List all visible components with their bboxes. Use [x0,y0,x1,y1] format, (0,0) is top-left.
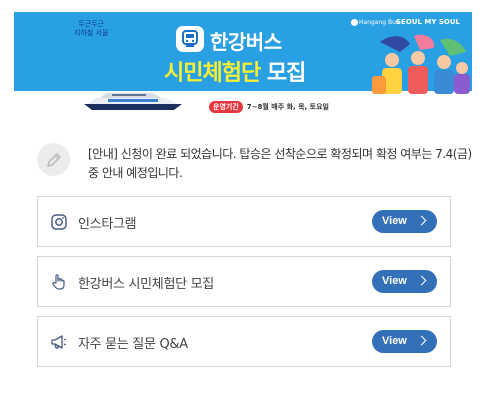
chevron-right-icon [416,215,427,226]
headline-highlight: 시민체험단 [164,61,261,86]
view-button[interactable]: View [372,210,437,233]
hangang-bus-logo-icon [176,26,204,52]
view-button[interactable]: View [372,330,437,353]
logo-line-2: 지하철 서울 [74,29,109,37]
pencil-icon [37,143,70,176]
chevron-right-icon [416,275,427,286]
view-button-label: View [382,275,407,287]
period-tag: 운영기간 [209,101,243,113]
headline-suffix: 모집 [260,61,306,86]
seoul-slogan-logo: 두근두근 지하철 서울 [74,20,108,38]
link-label: 인스타그램 [78,217,137,232]
instagram-icon [51,214,67,230]
view-button-label: View [382,215,407,227]
pointer-hand-icon [52,274,65,290]
link-card-recruitment[interactable]: 한강버스 시민체험단 모집 View [37,256,451,307]
link-card-faq[interactable]: 자주 묻는 질문 Q&A View [37,316,451,367]
ferry-illustration [84,93,182,110]
completion-notice: [안내] 신청이 완료 되었습니다. 탑승은 선착순으로 확정되며 확정 여부는… [37,143,472,187]
operation-period: 운영기간 7~8월 매주 화, 목, 토요일 [209,101,329,113]
promo-banner[interactable]: 두근두근 지하철 서울 한강버스 시민체험단 모집 Hangang Bus SE… [14,12,472,115]
period-text: 7~8월 매주 화, 목, 토요일 [246,103,329,111]
people-illustration [372,34,470,94]
banner-headline: 시민체험단 모집 [164,55,306,87]
partner-seoul: SEOUL MY SOUL [396,18,460,26]
notice-text: [안내] 신청이 완료 되었습니다. 탑승은 선착순으로 확정되며 확정 여부는… [88,147,472,180]
link-card-instagram[interactable]: 인스타그램 View [37,196,451,247]
megaphone-icon [51,335,67,349]
view-button[interactable]: View [372,270,437,293]
link-label: 자주 묻는 질문 Q&A [78,337,188,352]
partner-hangang-bus: Hangang Bus [351,19,399,26]
chevron-right-icon [416,335,427,346]
banner-brand: 한강버스 [210,30,282,54]
link-label: 한강버스 시민체험단 모집 [78,277,214,292]
view-button-label: View [382,335,407,347]
logo-line-1: 두근두근 [78,20,105,28]
